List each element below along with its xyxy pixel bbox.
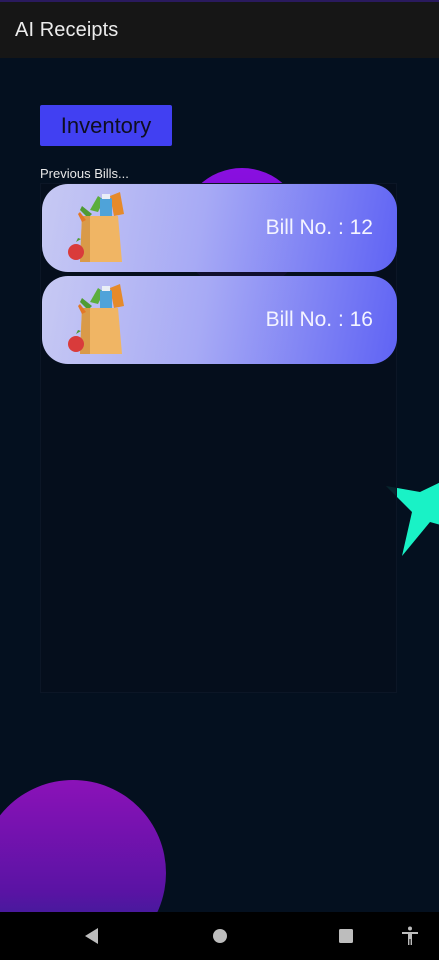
app-bar: AI Receipts: [0, 2, 439, 58]
app-screen: AI Receipts Inventory Previous Bills... …: [0, 0, 439, 960]
back-button[interactable]: [76, 912, 108, 960]
accessibility-icon: [402, 926, 418, 945]
bill-number-label: Bill No. : 12: [265, 216, 373, 239]
app-title: AI Receipts: [15, 18, 119, 41]
grocery-bag-icon: [68, 284, 124, 354]
home-button[interactable]: [204, 912, 236, 960]
system-navigation-bar: [0, 912, 439, 960]
bill-number-label: Bill No. : 16: [265, 308, 373, 331]
previous-bills-label: Previous Bills...: [40, 166, 129, 181]
home-icon: [213, 929, 227, 943]
bill-card-16[interactable]: Bill No. : 16: [42, 276, 397, 364]
grocery-bag-icon: [68, 192, 124, 262]
recents-button[interactable]: [330, 912, 362, 960]
back-icon: [85, 928, 98, 944]
bill-card-12[interactable]: Bill No. : 12: [42, 184, 397, 272]
inventory-button[interactable]: Inventory: [40, 105, 172, 146]
accessibility-button[interactable]: [394, 912, 426, 960]
recents-icon: [339, 929, 353, 943]
